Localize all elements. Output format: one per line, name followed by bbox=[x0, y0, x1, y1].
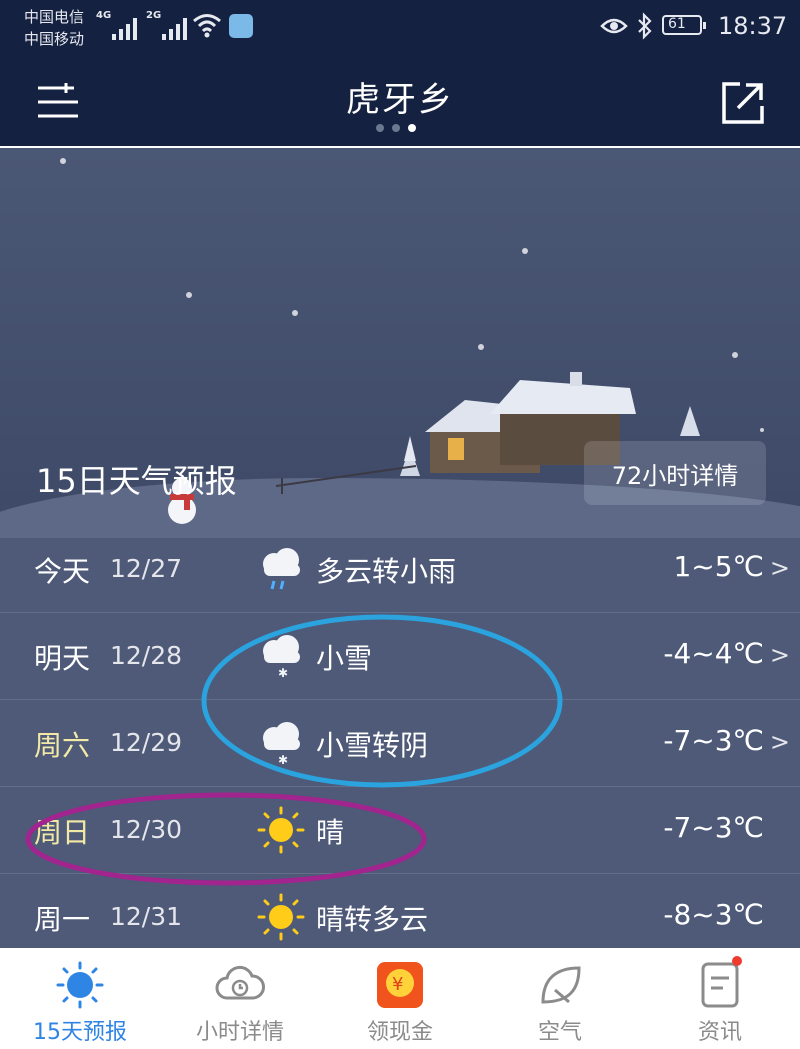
cash-coin-icon: ¥ bbox=[377, 962, 423, 1008]
nav-label: 空气 bbox=[537, 1020, 582, 1045]
wifi-icon bbox=[193, 14, 221, 38]
chevron-right-icon: > bbox=[769, 554, 790, 582]
temp-range: -8~3℃ bbox=[663, 898, 764, 931]
nav-label: 15天预报 bbox=[33, 1020, 127, 1045]
forecast-title: 15日天气预报 bbox=[36, 462, 237, 500]
weather-desc: 晴 bbox=[316, 816, 345, 849]
snow-particle bbox=[732, 352, 738, 358]
city-title: 虎牙乡 bbox=[346, 80, 454, 120]
forecast-row-today[interactable]: 今天 12/27 多云转小雨 1~5℃ > bbox=[0, 526, 800, 612]
nav-news[interactable]: 资讯 bbox=[640, 948, 800, 1049]
svg-text:¥: ¥ bbox=[392, 974, 403, 995]
snow-particle bbox=[186, 292, 192, 298]
bluetooth-icon bbox=[638, 12, 652, 40]
weather-desc: 多云转小雨 bbox=[316, 555, 457, 588]
carrier-info: 中国电信 中国移动 bbox=[24, 6, 84, 50]
date-label: 12/28 bbox=[110, 641, 183, 670]
cloud-snow-icon: ✱ bbox=[263, 722, 300, 767]
battery-level: 61 bbox=[668, 16, 686, 32]
bottom-nav: 15天预报 小时详情 ¥ 领现金 空气 资讯 bbox=[0, 948, 800, 1049]
weather-desc: 小雪转阴 bbox=[316, 729, 429, 762]
72-hour-detail-button[interactable]: 72小时详情 bbox=[584, 441, 766, 505]
temp-range: -7~3℃ bbox=[663, 811, 764, 844]
nav-label: 小时详情 bbox=[195, 1020, 284, 1045]
day-label: 周日 bbox=[34, 816, 91, 849]
page-dot bbox=[392, 124, 400, 132]
snow-particle bbox=[478, 344, 484, 350]
news-icon bbox=[701, 962, 739, 1008]
weather-desc: 晴转多云 bbox=[316, 903, 429, 936]
snow-particle bbox=[292, 310, 298, 316]
page-indicator bbox=[376, 124, 416, 132]
svg-text:✱: ✱ bbox=[278, 666, 288, 680]
chevron-right-icon: > bbox=[769, 641, 790, 669]
forecast-row[interactable]: 周一 12/31 晴转多云 -8~3℃ bbox=[0, 873, 800, 948]
battery-icon: 61 bbox=[662, 15, 706, 35]
cloud-snow-icon: ✱ bbox=[263, 635, 300, 680]
forecast-row[interactable]: 明天 12/28 ✱ 小雪 -4~4℃ > bbox=[0, 612, 800, 699]
notification-badge bbox=[732, 956, 742, 966]
sun-icon bbox=[257, 893, 305, 941]
page-dot bbox=[376, 124, 384, 132]
app-header: 虎牙乡 bbox=[0, 58, 800, 148]
weather-desc: 小雪 bbox=[316, 642, 373, 675]
forecast-row[interactable]: 周日 12/30 晴 -7~3℃ bbox=[0, 786, 800, 873]
forecast-row[interactable]: 周六 12/29 ✱ 小雪转阴 -7~3℃ > bbox=[0, 699, 800, 786]
snow-particle bbox=[760, 428, 764, 432]
day-label: 周六 bbox=[34, 729, 91, 762]
carrier-2: 中国移动 bbox=[24, 30, 85, 48]
share-button[interactable] bbox=[720, 80, 766, 126]
page-dot-active bbox=[408, 124, 416, 132]
network-1-label: 4G bbox=[96, 10, 112, 21]
network-2-label: 2G bbox=[146, 10, 162, 21]
eye-comfort-icon bbox=[600, 18, 628, 34]
clock: 18:37 bbox=[718, 12, 788, 40]
chevron-right-icon: > bbox=[769, 728, 790, 756]
signal-1-icon: 4G bbox=[96, 10, 137, 40]
day-label: 明天 bbox=[34, 642, 91, 675]
snow-particle bbox=[522, 248, 528, 254]
temp-range: -7~3℃ bbox=[663, 724, 764, 757]
nav-15-day-forecast[interactable]: 15天预报 bbox=[0, 948, 160, 1049]
nav-label: 领现金 bbox=[366, 1020, 433, 1045]
signal-2-icon: 2G bbox=[146, 10, 187, 40]
day-label: 今天 bbox=[34, 555, 91, 588]
day-label: 周一 bbox=[34, 903, 91, 936]
weather-scene: 15日天气预报 72小时详情 今天 12/27 多云转小雨 1~5℃ > 明天 … bbox=[0, 148, 800, 948]
sun-icon bbox=[257, 806, 305, 854]
leaf-icon bbox=[541, 966, 581, 1004]
cloud-rain-icon bbox=[263, 548, 300, 590]
temp-range: 1~5℃ bbox=[673, 550, 764, 583]
nav-label: 资讯 bbox=[697, 1020, 742, 1045]
fence-illustration bbox=[276, 465, 416, 494]
date-label: 12/31 bbox=[110, 902, 183, 931]
snow-particle bbox=[60, 158, 66, 164]
date-label: 12/30 bbox=[110, 815, 183, 844]
sun-icon bbox=[56, 961, 104, 1009]
date-label: 12/29 bbox=[110, 728, 183, 757]
temp-range: -4~4℃ bbox=[663, 637, 764, 670]
svg-text:✱: ✱ bbox=[278, 753, 288, 767]
carrier-1: 中国电信 bbox=[24, 8, 85, 26]
weather-app-notification-icon bbox=[229, 14, 253, 38]
status-bar: 中国电信 中国移动 4G 2G 61 18:37 bbox=[0, 0, 800, 58]
cloud-clock-icon bbox=[215, 965, 265, 1000]
nav-hourly-detail[interactable]: 小时详情 bbox=[160, 948, 320, 1049]
forecast-list: 今天 12/27 多云转小雨 1~5℃ > 明天 12/28 ✱ 小雪 -4~4… bbox=[0, 526, 800, 948]
date-label: 12/27 bbox=[110, 554, 183, 583]
nav-air[interactable]: 空气 bbox=[480, 948, 640, 1049]
nav-get-cash[interactable]: ¥ 领现金 bbox=[320, 948, 480, 1049]
